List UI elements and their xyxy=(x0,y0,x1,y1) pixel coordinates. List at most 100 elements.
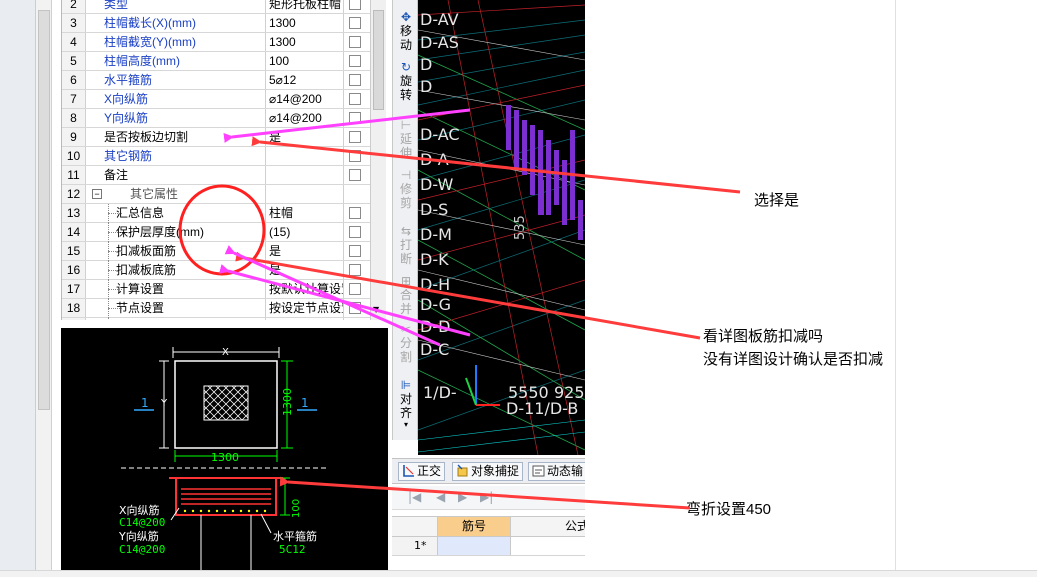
append-checkbox[interactable] xyxy=(349,169,361,181)
property-name: 柱帽截长(X)(mm) xyxy=(86,14,266,32)
append-checkbox[interactable] xyxy=(349,112,361,124)
property-row[interactable]: 4 柱帽截宽(Y)(mm) 1300 xyxy=(62,33,370,52)
extend-button[interactable]: ⊢ 延伸 xyxy=(393,118,419,160)
property-row[interactable]: 3 柱帽截长(X)(mm) 1300 xyxy=(62,14,370,33)
cad-axis-label-2: 1/D- xyxy=(423,383,457,402)
cad-drawing-canvas[interactable]: D-AV D-AS D D D-AC D-A D-W D-S D-M D-K D-H D-G D-D D-… xyxy=(418,0,585,455)
toolbar-more-icon[interactable]: ▾ xyxy=(393,418,419,432)
property-name: 其它属性 xyxy=(86,185,266,203)
property-grid-scrollbar[interactable]: ▼ xyxy=(370,0,386,320)
append-checkbox[interactable] xyxy=(349,17,361,29)
move-icon: ✥ xyxy=(400,10,412,24)
property-value[interactable]: 5⌀12 xyxy=(266,71,344,89)
property-value[interactable]: (15) xyxy=(266,223,344,241)
append-checkbox[interactable] xyxy=(349,264,361,276)
next-record-icon[interactable]: ▶ xyxy=(458,490,467,504)
bar-no-cell[interactable] xyxy=(438,537,511,555)
property-value[interactable]: 1300 xyxy=(266,14,344,32)
property-row[interactable]: 10 其它钢筋 xyxy=(62,147,370,166)
col-bar-no[interactable]: 筋号 xyxy=(438,517,511,536)
dynamic-input-button[interactable]: 动态输 xyxy=(528,462,588,481)
property-value[interactable]: ⌀14@200 xyxy=(266,90,344,108)
append-checkbox[interactable] xyxy=(349,0,361,10)
tree-branch xyxy=(108,308,122,309)
svg-text:D-C: D-C xyxy=(420,340,449,359)
property-value[interactable]: ⌀14@200 xyxy=(266,109,344,127)
property-value[interactable]: 矩形托板柱帽 xyxy=(266,0,344,13)
property-value[interactable]: 柱帽 xyxy=(266,204,344,222)
object-snap-button[interactable]: 对象捕捉 xyxy=(452,462,524,481)
append-checkbox[interactable] xyxy=(349,245,361,257)
property-value[interactable]: 是 xyxy=(266,128,344,146)
section-preview-panel: X Y 1300 1300 1 1 100 X向纵筋 C14@200 Y向纵筋 … xyxy=(61,328,388,577)
split-button[interactable]: ✂ 分割 xyxy=(393,322,419,364)
property-row[interactable]: 9 是否按板边切割是 xyxy=(62,128,370,147)
property-value[interactable] xyxy=(266,185,344,203)
property-row[interactable]: 19搭接设置按默认搭接设置计算 xyxy=(62,318,370,320)
property-row[interactable]: 15 扣减板面筋是 xyxy=(62,242,370,261)
row-number: 5 xyxy=(62,52,86,70)
property-value[interactable]: 按默认计算设置计算 xyxy=(266,280,344,298)
property-value[interactable]: 1300 xyxy=(266,33,344,51)
property-row[interactable]: 11 备注 xyxy=(62,166,370,185)
append-checkbox[interactable] xyxy=(349,150,361,162)
row-number: 18 xyxy=(62,299,86,317)
property-value[interactable]: 按默认搭接设置计算 xyxy=(266,318,344,320)
property-row[interactable]: 14 保护层厚度(mm) (15) xyxy=(62,223,370,242)
append-checkbox[interactable] xyxy=(349,93,361,105)
property-row[interactable]: 18节点设置按设定节点设置计算 xyxy=(62,299,370,318)
tree-branch xyxy=(108,270,122,271)
append-checkbox[interactable] xyxy=(349,74,361,86)
property-value[interactable] xyxy=(266,147,344,165)
merge-button[interactable]: ⊞ 合并 xyxy=(393,274,419,316)
scroll-down-arrow-icon[interactable]: ▼ xyxy=(373,305,379,314)
append-checkbox[interactable] xyxy=(349,226,361,238)
trim-icon: ⊣ xyxy=(400,168,412,182)
property-value[interactable]: 是 xyxy=(266,261,344,279)
last-record-icon[interactable]: ▶| xyxy=(480,490,493,504)
property-row[interactable]: 16 扣减板底筋是 xyxy=(62,261,370,280)
property-value[interactable]: 按设定节点设置计算 xyxy=(266,299,344,317)
align-button[interactable]: ⊫ 对齐 xyxy=(393,378,419,420)
property-row[interactable]: 12 其它属性 − xyxy=(62,185,370,204)
property-grid-scroll-thumb[interactable] xyxy=(373,10,384,110)
property-row[interactable]: 7 X向纵筋 ⌀14@200 xyxy=(62,90,370,109)
break-button[interactable]: ⇆ 打断 xyxy=(393,224,419,266)
rebar-table-header: 筋号 公式 xyxy=(392,516,585,537)
row-number: 15 xyxy=(62,242,86,260)
row-number: 4 xyxy=(62,33,86,51)
ortho-label: 正交 xyxy=(417,464,442,478)
append-checkbox[interactable] xyxy=(349,55,361,67)
append-checkbox[interactable] xyxy=(349,36,361,48)
col-formula[interactable]: 公式 xyxy=(511,517,585,536)
break-icon: ⇆ xyxy=(400,224,412,238)
ortho-button[interactable]: 正交 xyxy=(398,462,446,481)
table-row[interactable]: 1* xyxy=(392,537,585,556)
property-name: 水平箍筋 xyxy=(86,71,266,89)
move-button[interactable]: ✥ 移动 xyxy=(393,10,419,52)
property-row[interactable]: 8 Y向纵筋 ⌀14@200 xyxy=(62,109,370,128)
trim-button[interactable]: ⊣ 修剪 xyxy=(393,168,419,210)
property-row[interactable]: 5 柱帽高度(mm) 100 xyxy=(62,52,370,71)
prev-record-icon[interactable]: ◀ xyxy=(436,490,445,504)
first-record-icon[interactable]: |◀ xyxy=(408,490,421,504)
append-checkbox[interactable] xyxy=(349,207,361,219)
append-checkbox[interactable] xyxy=(349,131,361,143)
property-name: 柱帽高度(mm) xyxy=(86,52,266,70)
property-value[interactable] xyxy=(266,166,344,184)
append-checkbox[interactable] xyxy=(349,283,361,295)
rebar-table-area: |◀ ◀ ▶ ▶| 筋号 公式 1* xyxy=(392,486,585,577)
formula-cell[interactable] xyxy=(511,537,585,555)
property-row[interactable]: 17计算设置按默认计算设置计算 xyxy=(62,280,370,299)
property-row[interactable]: 6 水平箍筋 5⌀12 xyxy=(62,71,370,90)
property-value[interactable]: 是 xyxy=(266,242,344,260)
property-row[interactable]: 2 类型 矩形托板柱帽 xyxy=(62,0,370,14)
append-checkbox[interactable] xyxy=(349,302,361,314)
note-detail-line2: 没有详图设计确认是否扣减 xyxy=(703,351,884,368)
collapse-icon[interactable]: − xyxy=(92,189,102,199)
property-row[interactable]: 13 汇总信息 柱帽 xyxy=(62,204,370,223)
property-value[interactable]: 100 xyxy=(266,52,344,70)
rotate-button[interactable]: ↻ 旋转 xyxy=(393,60,419,102)
left-panel-scroll-thumb[interactable] xyxy=(38,10,50,410)
break-label: 打断 xyxy=(399,238,412,266)
